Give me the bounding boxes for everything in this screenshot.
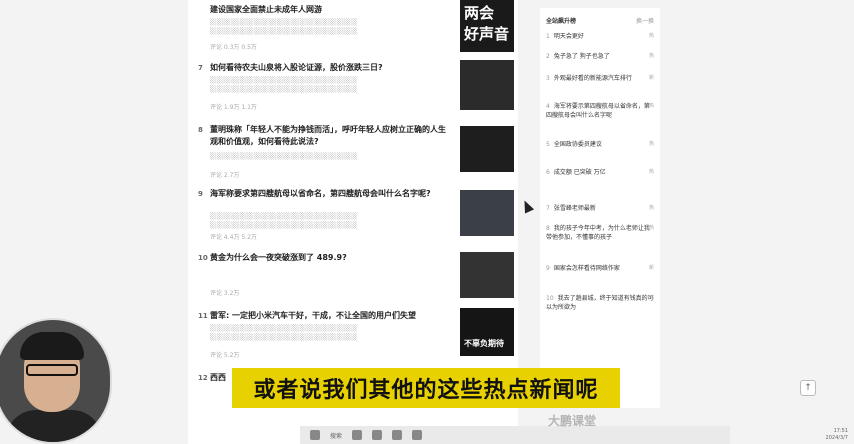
video-subtitle: 或者说我们其他的这些热点新闻呢 — [232, 368, 620, 408]
presenter-glasses — [26, 364, 78, 376]
item-title[interactable]: 雷军: 一定把小米汽车干好，干成，不让全国的用户们失望 — [210, 310, 450, 322]
sidebar-item[interactable]: 4 海军将要示第四艘航母以省命名，第四艘航母会叫什么名字呢热 — [546, 102, 654, 120]
item-title[interactable]: 如何看待农夫山泉将入股论证源，股价涨跌三日? — [210, 62, 450, 74]
sidebar-item[interactable]: 2 兔子急了 狗子也急了热 — [546, 52, 654, 61]
item-desc-blurred: ░░░░░░░░░░░░░░░░░░░░░░░░░░░░░░░░ ░░░░░░░░… — [210, 213, 358, 229]
item-desc-blurred: ░░░░░░░░░░░░░░░░░░░░░░░░░░░░░░░░ ░░░░░░░░… — [210, 19, 358, 35]
item-rank: 11 — [198, 312, 208, 320]
item-thumbnail[interactable] — [460, 60, 514, 110]
list-item[interactable]: 11 雷军: 一定把小米汽车干好，干成，不让全国的用户们失望 ░░░░░░░░░… — [196, 308, 516, 362]
presenter-body — [6, 410, 102, 442]
sidebar-item[interactable]: 3 外观最好看的新能源汽车排行新 — [546, 74, 654, 83]
item-rank: 12 — [198, 374, 208, 382]
item-thumbnail[interactable] — [460, 190, 514, 236]
sidebar-item[interactable]: 7 张雪峰老师最新热 — [546, 204, 654, 213]
item-title[interactable]: 董明珠称「年轻人不能为挣钱而活」，呼吁年轻人应树立正确的人生观和价值观，如何看待… — [210, 124, 450, 148]
presenter-webcam — [0, 318, 112, 444]
item-meta: 评论 2.7万 — [210, 172, 240, 179]
sidebar-item[interactable]: 9 国家会怎样看待网络作家新 — [546, 264, 654, 273]
item-title[interactable]: 黄金为什么会一夜突破涨到了 489.9? — [210, 252, 450, 264]
item-title[interactable]: 海军称要求第四艘航母以省命名，第四艘航母会叫什么名字呢? — [210, 188, 450, 200]
list-item[interactable]: 建设国家全面禁止未成年人网游 ░░░░░░░░░░░░░░░░░░░░░░░░░… — [196, 0, 516, 52]
screen: 建设国家全面禁止未成年人网游 ░░░░░░░░░░░░░░░░░░░░░░░░░… — [0, 0, 854, 444]
browser-icon[interactable] — [392, 430, 403, 440]
item-desc-blurred: ░░░░░░░░░░░░░░░░░░░░░░░░░░░░░░░░ ░░░░░░░░… — [210, 77, 358, 93]
presenter-hair — [20, 332, 84, 360]
list-item[interactable]: 9 海军称要求第四艘航母以省命名，第四艘航母会叫什么名字呢? ░░░░░░░░░… — [196, 188, 516, 244]
item-rank: 9 — [198, 190, 203, 198]
list-item[interactable]: 8 董明珠称「年轻人不能为挣钱而活」，呼吁年轻人应树立正确的人生观和价值观，如何… — [196, 124, 516, 180]
windows-start-icon[interactable] — [310, 430, 320, 440]
item-desc-blurred: ░░░░░░░░░░░░░░░░░░░░░░░░░░░░░░░░ — [210, 153, 358, 160]
folder-icon[interactable] — [412, 430, 423, 440]
item-meta: 评论 3.2万 — [210, 290, 240, 297]
item-title[interactable]: 建设国家全面禁止未成年人网游 — [210, 4, 450, 16]
trending-sidebar: 全站飙升榜 换一换 1 明天会更好热 2 兔子急了 狗子也急了热 3 外观最好看的新能… — [540, 8, 660, 408]
item-rank: 8 — [198, 126, 203, 134]
item-thumbnail[interactable]: 两会 好声音 — [460, 0, 514, 52]
refresh-link[interactable]: 换一换 — [636, 16, 654, 25]
item-meta: 评论 0.3万 0.5万 — [210, 44, 257, 51]
list-item[interactable]: 7 如何看待农夫山泉将入股论证源，股价涨跌三日? ░░░░░░░░░░░░░░░… — [196, 60, 516, 114]
watermark-logo: 大鹏课堂 — [548, 414, 597, 428]
sidebar-item[interactable]: 6 成交额 已突破 万亿热 — [546, 168, 654, 177]
sidebar-item[interactable]: 8 我的孩子今年中考，为什么老师让我带他参加，不懂事的孩子热 — [546, 224, 654, 242]
app-icon[interactable] — [372, 430, 383, 440]
item-meta: 评论 4.4万 5.2万 — [210, 234, 257, 241]
item-meta: 评论 1.9万 1.1万 — [210, 104, 257, 111]
item-desc-blurred: ░░░░░░░░░░░░░░░░░░░░░░░░░░░░░░░░ ░░░░░░░░… — [210, 325, 358, 341]
item-rank: 10 — [198, 254, 208, 262]
sidebar-item[interactable]: 10 我去了趟县城，终于知道有钱真的可以为所欲为热 — [546, 294, 654, 312]
thumb-caption: 不辜负期待 — [464, 339, 504, 348]
list-item[interactable]: 10 黄金为什么会一夜突破涨到了 489.9? 评论 3.2万 — [196, 252, 516, 302]
taskbar: 搜索 — [300, 426, 730, 444]
app-icon[interactable] — [352, 430, 363, 440]
sidebar-item[interactable]: 5 全国政协委员建议热 — [546, 140, 654, 149]
thumb-caption: 两会 好声音 — [464, 4, 510, 43]
taskbar-search[interactable]: 搜索 — [330, 431, 342, 440]
clock-time: 17:51 — [833, 428, 848, 434]
item-meta: 评论 5.2万 — [210, 352, 240, 359]
back-to-top-button[interactable]: ↑ — [800, 380, 816, 396]
item-thumbnail[interactable] — [460, 252, 514, 298]
sidebar-title: 全站飙升榜 — [546, 18, 577, 25]
sidebar-item[interactable]: 1 明天会更好热 — [546, 32, 654, 41]
item-thumbnail[interactable]: 不辜负期待 — [460, 308, 514, 356]
mouse-cursor — [519, 198, 535, 214]
clock-date: 2024/3/7 — [825, 435, 848, 441]
item-thumbnail[interactable] — [460, 126, 514, 172]
system-clock: 17:51 2024/3/7 — [826, 428, 848, 442]
item-rank: 7 — [198, 64, 203, 72]
